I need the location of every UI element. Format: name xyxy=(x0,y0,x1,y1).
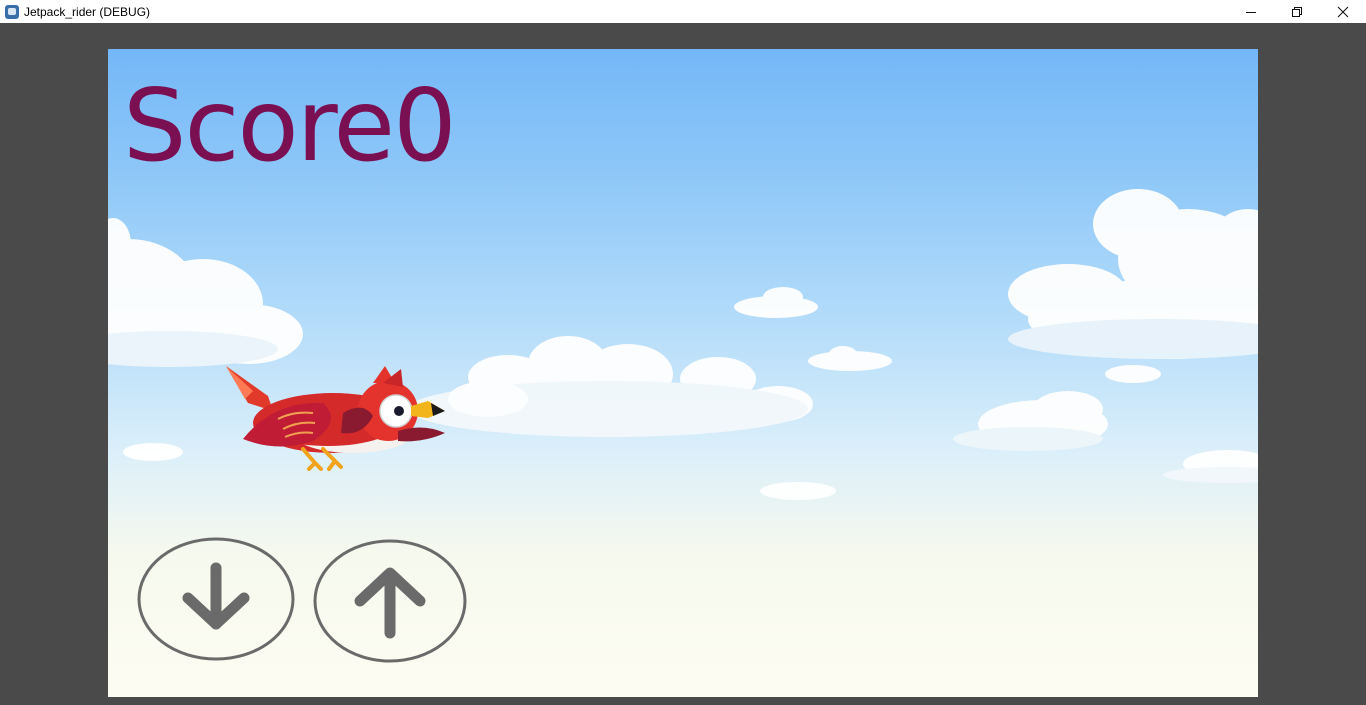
move-down-button[interactable] xyxy=(136,536,296,662)
score-label: Score0 xyxy=(123,67,457,184)
minimize-icon xyxy=(1246,11,1256,13)
close-icon xyxy=(1337,6,1349,17)
minimize-button[interactable] xyxy=(1228,0,1274,23)
game-viewport[interactable]: Score0 xyxy=(108,49,1258,697)
close-button[interactable] xyxy=(1320,0,1366,23)
move-up-button[interactable] xyxy=(312,539,470,665)
restore-icon xyxy=(1292,6,1302,17)
player-bird xyxy=(226,366,445,471)
arrow-up-icon xyxy=(354,567,426,639)
window-controls xyxy=(1228,0,1366,23)
window-title: Jetpack_rider (DEBUG) xyxy=(24,4,151,19)
app-icon xyxy=(5,4,19,19)
window-titlebar: Jetpack_rider (DEBUG) xyxy=(0,0,1366,23)
restore-button[interactable] xyxy=(1274,0,1320,23)
arrow-down-icon xyxy=(182,562,250,630)
